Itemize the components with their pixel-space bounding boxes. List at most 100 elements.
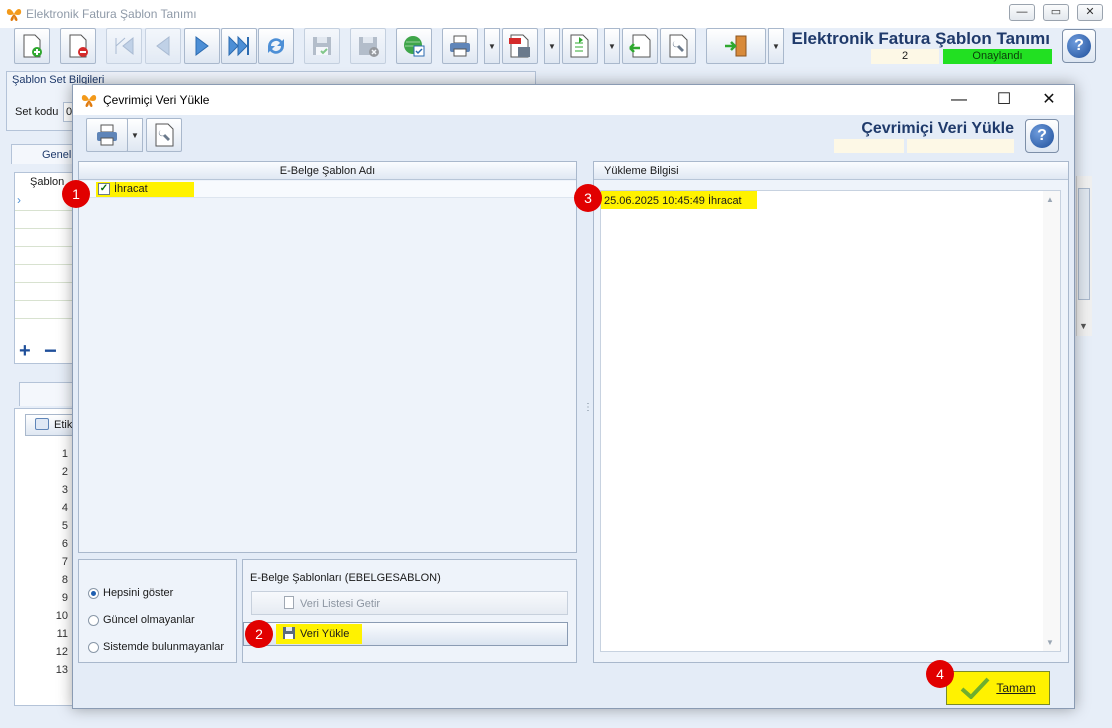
settings-button[interactable] xyxy=(660,28,696,64)
tamam-button[interactable]: Tamam xyxy=(946,671,1050,705)
exit-dropdown[interactable]: ▼ xyxy=(768,28,784,64)
line-number: 13 xyxy=(55,664,68,676)
panel-splitter[interactable]: ⋮ xyxy=(583,402,593,413)
dialog-settings-button[interactable] xyxy=(146,118,182,152)
radio-guncel-olmayanlar[interactable] xyxy=(88,615,99,626)
save-icon xyxy=(313,37,331,55)
save-disk-icon xyxy=(283,627,295,639)
delete-document-button[interactable] xyxy=(60,28,96,64)
globe-check-icon xyxy=(404,36,425,57)
grid-row xyxy=(15,210,76,211)
scroll-down-icon[interactable]: ▼ xyxy=(1046,638,1054,647)
tab-genel[interactable]: Genel xyxy=(11,144,81,164)
column-header-sablon-adi[interactable]: E-Belge Şablon Adı xyxy=(79,162,576,180)
export-button[interactable] xyxy=(562,28,598,64)
line-number: 11 xyxy=(56,628,68,640)
first-record-button[interactable] xyxy=(106,28,142,64)
next-record-button[interactable] xyxy=(184,28,220,64)
veri-listesi-getir-label: Veri Listesi Getir xyxy=(300,598,381,610)
refresh-button[interactable] xyxy=(258,28,294,64)
radio-label[interactable]: Hepsini göster xyxy=(103,587,173,599)
radio-hepsini-goster[interactable] xyxy=(88,588,99,599)
wrench-icon xyxy=(669,34,688,58)
log-textbox[interactable] xyxy=(600,190,1061,652)
grid-row xyxy=(15,282,76,283)
previous-record-button[interactable] xyxy=(145,28,181,64)
dialog-maximize-button[interactable]: ☐ xyxy=(982,87,1026,113)
last-record-icon xyxy=(228,35,249,57)
grid-row xyxy=(15,318,76,319)
radio-label[interactable]: Güncel olmayanlar xyxy=(103,614,195,626)
line-number: 6 xyxy=(61,538,68,550)
help-icon: ? xyxy=(1067,34,1091,58)
bottom-tab[interactable] xyxy=(19,382,77,406)
dialog-print-dropdown[interactable]: ▼ xyxy=(127,118,143,152)
set-kodu-label: Set kodu xyxy=(15,106,59,118)
log-scrollbar[interactable] xyxy=(1043,191,1060,651)
minimize-button[interactable]: — xyxy=(1009,4,1035,21)
yukleme-bilgisi-header: Yükleme Bilgisi xyxy=(594,162,1068,180)
dialog-title: Çevrimiçi Veri Yükle xyxy=(103,93,210,107)
line-number: 8 xyxy=(61,574,68,586)
scroll-down-icon[interactable]: ▼ xyxy=(1079,321,1088,331)
discard-changes-button[interactable] xyxy=(350,28,386,64)
delete-document-icon xyxy=(69,34,88,58)
import-button[interactable] xyxy=(622,28,658,64)
import-document-icon xyxy=(629,34,651,58)
discard-icon xyxy=(359,37,379,57)
refresh-icon xyxy=(268,38,284,54)
print-dropdown[interactable]: ▼ xyxy=(484,28,500,64)
grid-header-sablon: Şablon xyxy=(30,176,65,188)
main-heading: Elektronik Fatura Şablon Tanımı xyxy=(791,29,1050,48)
pdf-export-dropdown[interactable]: ▼ xyxy=(544,28,560,64)
line-number: 10 xyxy=(55,610,68,622)
ebelge-group-title: E-Belge Şablonları (EBELGESABLON) xyxy=(250,572,441,584)
line-number: 1 xyxy=(61,448,68,460)
veri-listesi-getir-button[interactable] xyxy=(251,591,568,615)
status-badge: Onaylandı xyxy=(943,49,1052,64)
radio-sistemde-bulunmayanlar[interactable] xyxy=(88,642,99,653)
dialog-print-button[interactable] xyxy=(86,118,128,152)
scroll-up-icon[interactable]: ▲ xyxy=(1046,195,1054,204)
line-number: 9 xyxy=(61,592,68,604)
new-document-icon xyxy=(23,34,42,58)
wrench-icon xyxy=(155,123,174,147)
help-icon: ? xyxy=(1030,124,1054,148)
checkmark-icon xyxy=(960,677,990,699)
dialog-info-field xyxy=(907,139,1014,153)
last-record-button[interactable] xyxy=(221,28,257,64)
pdf-export-button[interactable] xyxy=(502,28,538,64)
radio-label[interactable]: Sistemde bulunmayanlar xyxy=(103,641,224,653)
save-button[interactable] xyxy=(304,28,340,64)
row-label: İhracat xyxy=(114,183,148,195)
line-number: 4 xyxy=(61,502,68,514)
print-button[interactable] xyxy=(442,28,478,64)
exit-button[interactable] xyxy=(706,28,766,64)
row-pointer-icon: › xyxy=(17,193,21,207)
help-button[interactable]: ? xyxy=(1062,29,1096,63)
grid-row xyxy=(15,264,76,265)
pdf-icon xyxy=(509,34,530,58)
grid-scrollbar-thumb[interactable] xyxy=(1078,188,1090,300)
new-document-button[interactable] xyxy=(14,28,50,64)
remove-row-icon[interactable]: − xyxy=(44,338,57,364)
row-checkbox[interactable]: ✓ xyxy=(98,183,110,195)
approve-online-button[interactable] xyxy=(396,28,432,64)
dialog-close-button[interactable]: ✕ xyxy=(1027,87,1071,113)
main-window-title: Elektronik Fatura Şablon Tanımı xyxy=(26,7,197,21)
add-row-icon[interactable]: + xyxy=(19,340,31,363)
exit-door-icon xyxy=(725,35,747,57)
previous-record-icon xyxy=(156,36,170,56)
tamam-label: Tamam xyxy=(996,681,1036,695)
dialog-help-button[interactable]: ? xyxy=(1025,119,1059,153)
dialog-heading: Çevrimiçi Veri Yükle xyxy=(861,120,1014,137)
callout-marker-3: 3 xyxy=(574,184,602,212)
dialog-minimize-button[interactable]: — xyxy=(937,87,981,113)
close-button[interactable]: ✕ xyxy=(1077,4,1103,21)
next-record-icon xyxy=(195,36,209,56)
export-document-icon xyxy=(570,34,589,58)
export-dropdown[interactable]: ▼ xyxy=(604,28,620,64)
record-count: 2 xyxy=(871,49,939,64)
restore-button[interactable]: ▭ xyxy=(1043,4,1069,21)
grid-row xyxy=(15,246,76,247)
